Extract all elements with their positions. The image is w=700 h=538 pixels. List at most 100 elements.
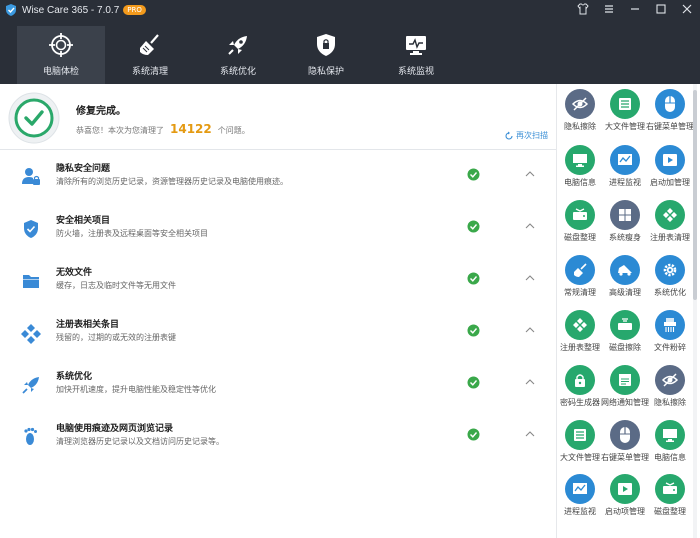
ok-check-icon <box>467 272 480 285</box>
mouse-icon <box>610 420 640 450</box>
tool-disk-defrag[interactable]: 磁盘整理 <box>557 200 603 252</box>
tool-common-cleaner[interactable]: 常规清理 <box>557 255 603 307</box>
tool-network-notification[interactable]: 网络通知管理 <box>601 365 649 417</box>
result-title: 电脑使用痕迹及网页浏览记录 <box>56 424 174 434</box>
tool-system-optimizer[interactable]: 系统优化 <box>647 255 693 307</box>
tool-privacy-eraser-2[interactable]: 隐私擦除 <box>647 365 693 417</box>
ok-check-icon <box>467 428 480 441</box>
tab-privacy-protector[interactable]: 隐私保护 <box>282 26 370 84</box>
tools-scrollbar[interactable] <box>692 84 698 538</box>
tab-system-monitor[interactable]: 系统监视 <box>372 26 460 84</box>
close-button[interactable] <box>680 2 694 16</box>
result-row[interactable]: 系统优化 加快开机速度，提升电脑性能及稳定性等优化 <box>0 358 556 410</box>
chevron-up-icon[interactable] <box>524 221 536 231</box>
chevron-up-icon[interactable] <box>524 273 536 283</box>
mouse-icon <box>655 89 685 119</box>
tool-label: 电脑信息 <box>654 453 686 462</box>
summary-prefix: 恭喜您！本次为您清理了 <box>76 126 164 135</box>
car-icon <box>610 255 640 285</box>
computer-icon <box>565 145 595 175</box>
shield-lock-icon <box>317 34 335 56</box>
minimize-icon <box>631 8 639 10</box>
result-desc: 缓存，日志及临时文件等无用文件 <box>56 281 176 290</box>
refresh-icon <box>505 131 513 140</box>
tool-pc-info-2[interactable]: 电脑信息 <box>647 420 693 472</box>
registry-icon <box>21 324 41 344</box>
eye-slash-icon <box>655 365 685 395</box>
network-icon <box>610 365 640 395</box>
tab-label: 系统清理 <box>131 67 168 77</box>
window-title: Wise Care 365 - 7.0.7 <box>22 4 120 16</box>
summary-suffix: 个问题。 <box>217 126 250 135</box>
close-icon <box>682 4 692 14</box>
result-title: 无效文件 <box>56 268 93 278</box>
rescan-link[interactable]: 再次扫描 <box>504 130 548 141</box>
tool-context-menu-2[interactable]: 右键菜单管理 <box>601 420 649 472</box>
tab-pc-checkup[interactable]: 电脑体检 <box>17 26 105 84</box>
result-desc: 清理浏览器历史记录以及文档访问历史记录等。 <box>56 437 224 446</box>
tab-system-cleaner[interactable]: 系统清理 <box>106 26 194 84</box>
tool-advanced-cleaner[interactable]: 高级清理 <box>602 255 648 307</box>
maximize-button[interactable] <box>654 2 668 16</box>
broom-icon <box>565 255 595 285</box>
ok-check-icon <box>467 220 480 233</box>
tab-label: 系统监视 <box>397 67 434 77</box>
tool-password-generator[interactable]: 密码生成器 <box>557 365 603 417</box>
result-title: 安全相关项目 <box>56 216 111 226</box>
result-row[interactable]: 注册表相关条目 残留的，过期的或无效的注册表键 <box>0 306 556 358</box>
ok-check-icon <box>467 376 480 389</box>
result-row[interactable]: 无效文件 缓存，日志及临时文件等无用文件 <box>0 254 556 306</box>
tool-large-file-manager-2[interactable]: 大文件管理 <box>557 420 603 472</box>
tool-file-shredder[interactable]: 文件粉碎 <box>647 310 693 362</box>
tool-process-monitor[interactable]: 进程监视 <box>602 145 648 197</box>
tool-process-monitor-2[interactable]: 进程监视 <box>557 474 603 526</box>
summary-line: 恭喜您！本次为您清理了 14122 个问题。 <box>76 122 250 136</box>
menu-icon <box>605 5 613 13</box>
disk-erase-icon <box>610 310 640 340</box>
result-desc: 加快开机速度，提升电脑性能及稳定性等优化 <box>56 385 216 394</box>
shield-check-icon <box>24 220 38 238</box>
result-title: 隐私安全问题 <box>56 164 111 174</box>
tool-disk-defrag-2[interactable]: 磁盘整理 <box>647 474 693 526</box>
tool-registry-defrag[interactable]: 注册表整理 <box>557 310 603 362</box>
tab-system-tuneup[interactable]: 系统优化 <box>194 26 282 84</box>
target-icon <box>49 33 73 57</box>
tool-large-file-manager[interactable]: 大文件管理 <box>602 89 648 141</box>
chevron-up-icon[interactable] <box>524 325 536 335</box>
registry-icon <box>565 310 595 340</box>
menu-button[interactable] <box>602 2 616 16</box>
password-icon <box>565 365 595 395</box>
result-title: 注册表相关条目 <box>56 320 120 330</box>
tool-privacy-eraser[interactable]: 隐私擦除 <box>557 89 603 141</box>
monitor-icon <box>406 36 426 55</box>
chevron-up-icon[interactable] <box>524 377 536 387</box>
tool-startup-manager[interactable]: 启动加管理 <box>647 145 693 197</box>
tool-label: 磁盘整理 <box>654 507 686 516</box>
list-icon <box>565 420 595 450</box>
skin-button[interactable] <box>576 2 590 16</box>
chevron-up-icon[interactable] <box>524 169 536 179</box>
result-row[interactable]: 电脑使用痕迹及网页浏览记录 清理浏览器历史记录以及文档访问历史记录等。 <box>0 410 556 462</box>
user-lock-icon <box>22 168 40 185</box>
result-title: 系统优化 <box>56 372 93 382</box>
fixed-count: 14122 <box>170 122 212 136</box>
result-row[interactable]: 安全相关项目 防火墙，注册表及远程桌面等安全相关项目 <box>0 202 556 254</box>
maximize-icon <box>656 4 666 14</box>
tool-label: 右键菜单管理 <box>646 122 694 131</box>
shirt-icon <box>577 3 589 15</box>
windows-icon <box>610 200 640 230</box>
tool-context-menu[interactable]: 右键菜单管理 <box>646 89 694 141</box>
tool-disk-eraser[interactable]: 磁盘擦除 <box>602 310 648 362</box>
tool-system-slimming[interactable]: 系统瘦身 <box>602 200 648 252</box>
chevron-up-icon[interactable] <box>524 429 536 439</box>
result-row[interactable]: 隐私安全问题 清除所有的浏览历史记录，资源管理器历史记录及电脑使用痕迹。 <box>0 150 556 202</box>
tool-pc-info[interactable]: 电脑信息 <box>557 145 603 197</box>
tool-label: 启动加管理 <box>650 178 690 187</box>
minimize-button[interactable] <box>628 2 642 16</box>
tool-startup-manager-2[interactable]: 启动项管理 <box>602 474 648 526</box>
tool-registry-cleaner[interactable]: 注册表清理 <box>647 200 693 252</box>
registry-icon <box>655 200 685 230</box>
folder-icon <box>23 275 39 288</box>
rescan-label: 再次扫描 <box>516 131 548 140</box>
list-icon <box>610 89 640 119</box>
